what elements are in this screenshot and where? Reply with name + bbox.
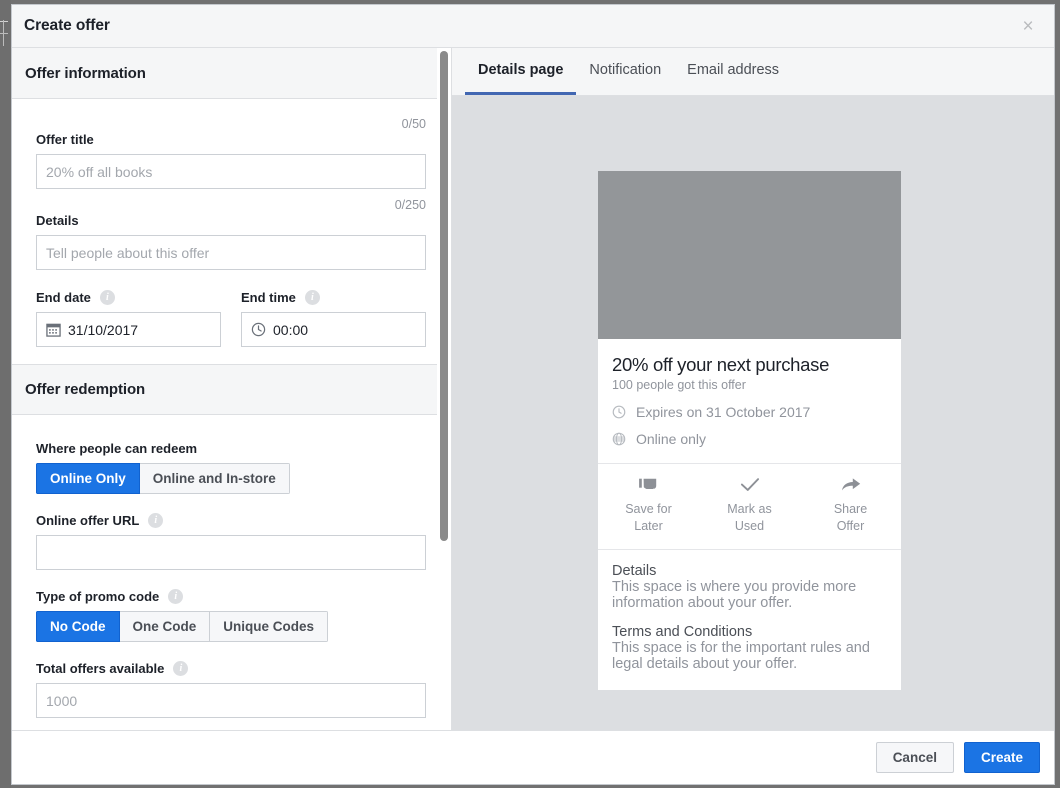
close-icon[interactable]: × bbox=[1010, 5, 1046, 47]
info-icon[interactable]: i bbox=[168, 589, 184, 604]
card-expiry-row: Expires on 31 October 2017 bbox=[612, 404, 887, 420]
card-availability-row: Online only bbox=[612, 431, 887, 447]
details-input[interactable] bbox=[36, 235, 426, 270]
info-icon[interactable]: i bbox=[173, 661, 189, 676]
end-time-input[interactable]: 00:00 bbox=[241, 312, 426, 347]
end-date-field: End date i 31/10/2017 bbox=[25, 290, 221, 347]
section-header-offer-information: Offer information bbox=[12, 48, 451, 99]
redeem-label-text: Where people can redeem bbox=[36, 441, 198, 456]
end-datetime-row: End date i 31/10/2017 End time i 00:00 bbox=[25, 290, 438, 347]
promo-code-segmented-control: No Code One Code Unique Codes bbox=[36, 611, 329, 642]
total-offers-label: Total offers available i bbox=[36, 661, 438, 676]
info-icon[interactable]: i bbox=[304, 290, 320, 305]
total-offers-input[interactable] bbox=[36, 683, 426, 718]
dialog-footer: Cancel Create bbox=[12, 730, 1054, 784]
card-action-share-offer[interactable]: Share Offer bbox=[800, 476, 901, 535]
end-time-value: 00:00 bbox=[273, 321, 309, 338]
end-time-field: End time i 00:00 bbox=[230, 290, 426, 347]
backdrop-mark-top bbox=[0, 21, 8, 22]
card-action-label: Save for Later bbox=[625, 502, 672, 533]
details-counter: 0/250 bbox=[394, 198, 426, 212]
info-icon[interactable]: i bbox=[148, 513, 164, 528]
offer-title-counter: 0/50 bbox=[401, 117, 426, 131]
segment-online-only[interactable]: Online Only bbox=[36, 463, 140, 494]
card-action-save-for-later[interactable]: Save for Later bbox=[598, 476, 699, 535]
cancel-button[interactable]: Cancel bbox=[875, 742, 954, 773]
total-offers-label-text: Total offers available bbox=[36, 661, 165, 676]
globe-icon bbox=[612, 432, 626, 446]
section-title: Offer information bbox=[25, 64, 146, 82]
create-offer-dialog: Create offer × Offer information 0/50 Of… bbox=[11, 4, 1055, 785]
preview-canvas: 20% off your next purchase 100 people go… bbox=[452, 96, 1054, 730]
details-label: Details bbox=[36, 213, 438, 228]
card-details-text: This space is where you provide more inf… bbox=[612, 579, 857, 611]
online-offer-url-input[interactable] bbox=[36, 535, 426, 570]
end-date-input[interactable]: 31/10/2017 bbox=[36, 312, 221, 347]
online-offer-url-label-text: Online offer URL bbox=[36, 513, 140, 528]
dialog-body: Offer information 0/50 Offer title 0/250… bbox=[12, 48, 1054, 730]
card-action-label: Share Offer bbox=[833, 502, 868, 533]
end-time-label: End time i bbox=[241, 290, 425, 305]
share-icon bbox=[841, 478, 860, 491]
offer-preview-card: 20% off your next purchase 100 people go… bbox=[598, 171, 901, 690]
preview-tab-bar: Details page Notification Email address bbox=[452, 48, 1054, 96]
section-header-offer-redemption: Offer redemption bbox=[12, 364, 451, 415]
end-time-label-text: End time bbox=[241, 290, 296, 305]
card-subtitle: 100 people got this offer bbox=[612, 378, 746, 392]
offer-information-body: 0/50 Offer title 0/250 Details End date … bbox=[12, 117, 451, 364]
tab-email-address[interactable]: Email address bbox=[674, 48, 792, 95]
card-main: 20% off your next purchase 100 people go… bbox=[598, 339, 901, 463]
end-date-value: 31/10/2017 bbox=[68, 321, 139, 338]
segment-online-and-in-store[interactable]: Online and In-store bbox=[139, 463, 290, 494]
card-expiry-text: Expires on 31 October 2017 bbox=[636, 404, 811, 420]
details-label-text: Details bbox=[36, 213, 79, 228]
offer-title-label-text: Offer title bbox=[36, 132, 94, 147]
online-offer-url-label: Online offer URL i bbox=[36, 513, 438, 528]
segment-unique-codes[interactable]: Unique Codes bbox=[210, 611, 329, 642]
card-action-mark-as-used[interactable]: Mark as Used bbox=[699, 476, 800, 535]
form-scrollbar-thumb[interactable] bbox=[440, 51, 448, 541]
offer-redemption-body: Where people can redeem Online Only Onli… bbox=[12, 441, 451, 718]
clock-icon bbox=[612, 405, 626, 419]
card-action-label: Mark as Used bbox=[727, 502, 772, 533]
card-terms-text: This space is for the important rules an… bbox=[612, 640, 870, 672]
form-scrollbar-track[interactable] bbox=[437, 48, 451, 730]
bookmark-icon bbox=[638, 478, 656, 492]
offer-title-input[interactable] bbox=[36, 154, 426, 189]
card-details-section: Details This space is where you provide … bbox=[598, 549, 901, 690]
backdrop-mark-mid bbox=[0, 33, 8, 34]
end-date-label: End date i bbox=[36, 290, 220, 305]
card-title: 20% off your next purchase bbox=[612, 354, 830, 375]
dialog-title-bar: Create offer × bbox=[12, 5, 1054, 48]
tab-notification[interactable]: Notification bbox=[576, 48, 674, 95]
card-details-heading: Details bbox=[612, 563, 657, 579]
check-icon bbox=[740, 478, 759, 491]
promo-code-label-text: Type of promo code bbox=[36, 589, 160, 604]
segment-no-code[interactable]: No Code bbox=[36, 611, 120, 642]
preview-pane: Details page Notification Email address … bbox=[452, 48, 1054, 730]
redeem-segmented-control: Online Only Online and In-store bbox=[36, 463, 290, 494]
page-title: Create offer bbox=[24, 17, 110, 34]
promo-code-label: Type of promo code i bbox=[36, 589, 438, 604]
card-terms-heading: Terms and Conditions bbox=[612, 624, 753, 640]
clock-icon bbox=[251, 322, 266, 337]
offer-title-label: Offer title bbox=[36, 132, 438, 147]
calendar-icon bbox=[46, 323, 61, 337]
create-button[interactable]: Create bbox=[963, 742, 1040, 773]
offer-form-pane: Offer information 0/50 Offer title 0/250… bbox=[12, 48, 452, 730]
card-availability-text: Online only bbox=[636, 431, 707, 447]
backdrop-mark-stem bbox=[3, 20, 4, 46]
segment-one-code[interactable]: One Code bbox=[119, 611, 211, 642]
end-date-label-text: End date bbox=[36, 290, 91, 305]
backdrop-sliver bbox=[0, 0, 11, 788]
info-icon[interactable]: i bbox=[99, 290, 115, 305]
section-title: Offer redemption bbox=[25, 381, 146, 398]
redeem-label: Where people can redeem bbox=[36, 441, 438, 456]
tab-details-page[interactable]: Details page bbox=[465, 48, 577, 95]
card-action-bar: Save for Later Mark as Used Share Offer bbox=[598, 463, 901, 549]
card-image-placeholder bbox=[598, 171, 901, 339]
